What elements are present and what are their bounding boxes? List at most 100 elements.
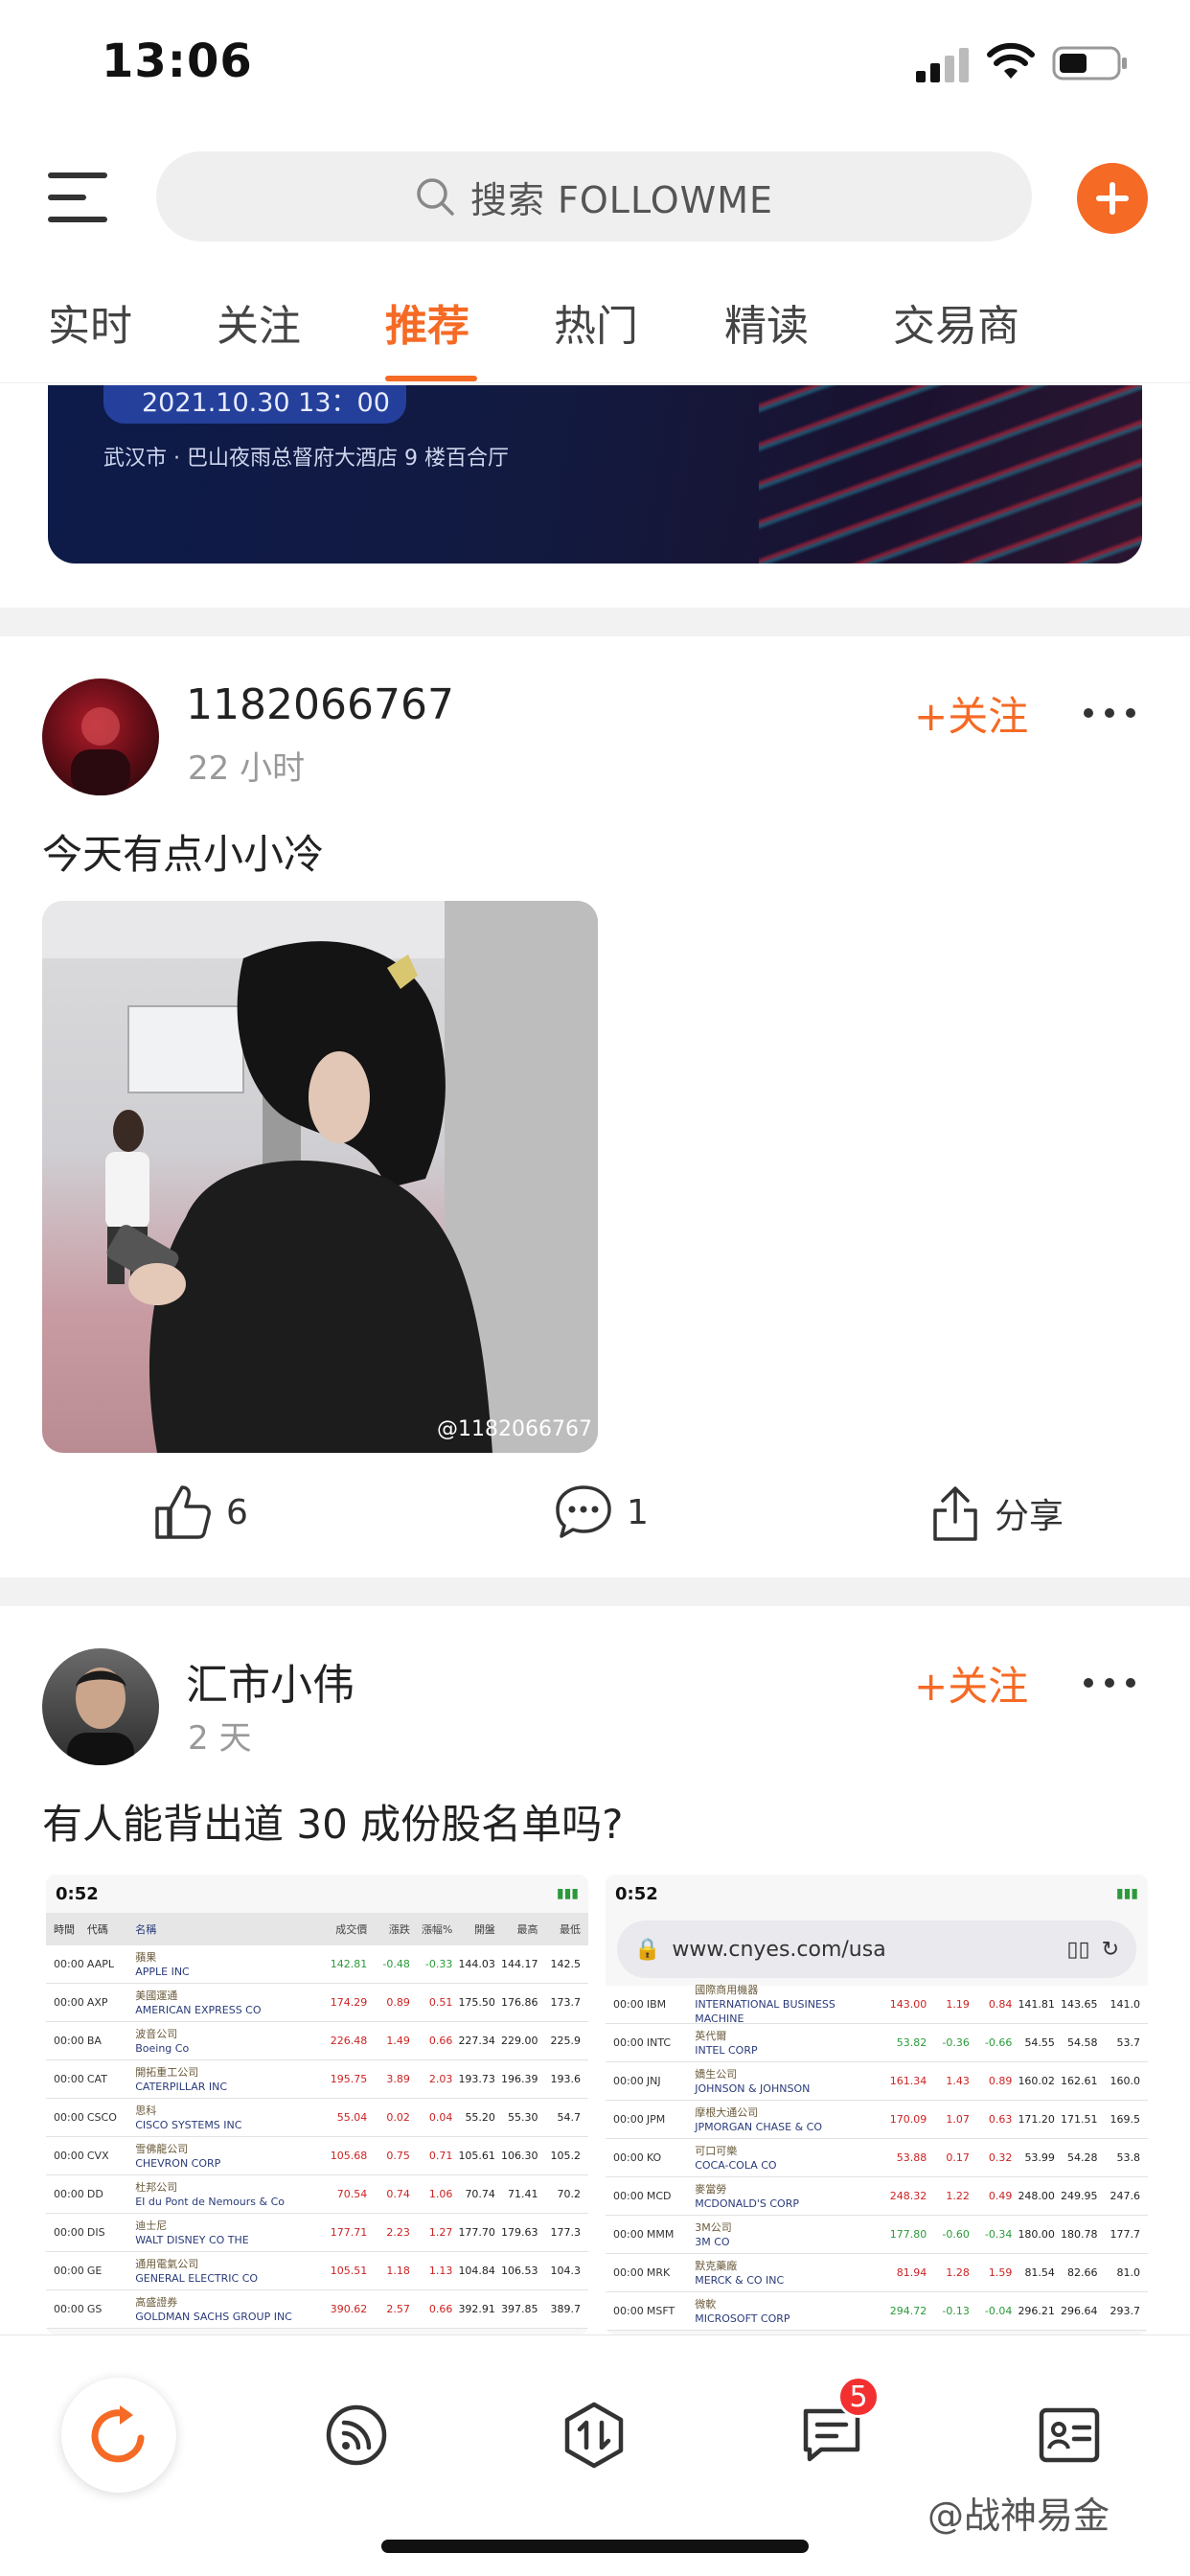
table-row: 00:00 JNJ 嬌生公司 JOHNSON & JOHNSON 161.34 1.43 0…: [606, 2062, 1148, 2101]
post-author[interactable]: 汇市小伟: [186, 1650, 355, 1712]
row-company-en: INTEL CORP: [695, 2043, 758, 2057]
add-post-button[interactable]: [1077, 163, 1148, 234]
row-low: 141.0: [1110, 1998, 1141, 2011]
row-percent: 0.84: [988, 1998, 1013, 2011]
row-percent: 0.63: [988, 2113, 1013, 2126]
table-row: 00:00 GS 高盛證券 GOLDMAN SACHS GROUP INC 390.62…: [46, 2290, 588, 2329]
nav-trade-button[interactable]: [537, 2378, 652, 2493]
tab-following[interactable]: 关注: [217, 291, 301, 353]
row-company-en: EI du Pont de Nemours & Co: [135, 2195, 286, 2208]
row-company-zh: 嬌生公司: [695, 2067, 738, 2081]
avatar-image: [71, 707, 130, 795]
tab-recommended[interactable]: 推荐: [385, 291, 469, 353]
source-watermark: @战神易金: [927, 2495, 1110, 2537]
row-company-en: JPMORGAN CHASE & CO: [695, 2120, 822, 2133]
row-percent: 2.03: [428, 2073, 453, 2085]
table-row: 00:00 CSCO 思科 CISCO SYSTEMS INC 55.04 0.02 0.0…: [46, 2099, 588, 2137]
row-open: 144.03: [458, 1958, 495, 1970]
row-company-zh: 迪士尼: [135, 2219, 168, 2232]
row-price: 177.71: [330, 2226, 368, 2239]
row-percent: 0.51: [428, 1996, 453, 2009]
follow-button[interactable]: +关注: [914, 684, 1028, 743]
row-low: 104.3: [550, 2265, 582, 2277]
column-header: 最低: [560, 1923, 582, 1936]
row-company-en: GENERAL ELECTRIC CO: [135, 2271, 259, 2285]
comment-button[interactable]: 1: [554, 1484, 649, 1541]
row-percent: 0.49: [988, 2190, 1013, 2202]
search-input[interactable]: 搜索 FOLLOWME: [156, 151, 1032, 242]
row-high: 54.58: [1066, 2036, 1098, 2049]
row-low: 293.7: [1110, 2305, 1141, 2317]
row-company-en: 3M CO: [695, 2235, 730, 2248]
nav-profile-button[interactable]: [1012, 2378, 1127, 2493]
table-row: 00:00 KO 可口可樂 COCA-COLA CO 53.88 0.17 0.32 53.9…: [606, 2139, 1148, 2177]
row-time: 00:00: [54, 2073, 84, 2085]
row-company: 3M公司 3M CO: [695, 2220, 884, 2249]
row-company-zh: 開拓重工公司: [135, 2065, 199, 2079]
row-change: 0.75: [386, 2150, 410, 2162]
row-high: 55.30: [507, 2111, 538, 2124]
row-code: MMM: [646, 2228, 675, 2241]
home-indicator[interactable]: [381, 2540, 809, 2553]
nav-messages-button[interactable]: 5: [774, 2376, 889, 2493]
row-code: KO: [646, 2151, 662, 2164]
tab-brokers[interactable]: 交易商: [893, 291, 1019, 353]
event-banner[interactable]: 2021.10.30 13：00 武汉市 · 巴山夜雨总督府大酒店 9 楼百合厅: [48, 385, 1142, 564]
row-company: 杜邦公司 EI du Pont de Nemours & Co: [135, 2180, 325, 2209]
avatar[interactable]: [42, 1648, 159, 1765]
row-low: 177.3: [550, 2226, 582, 2239]
row-low: 81.0: [1116, 2266, 1141, 2279]
row-company-zh: 微軟: [695, 2297, 717, 2311]
nav-feed-button[interactable]: [299, 2378, 414, 2493]
shot-battery-icon: ▮▮▮: [1115, 1886, 1138, 1901]
follow-button[interactable]: +关注: [914, 1654, 1028, 1713]
row-price: 390.62: [330, 2303, 368, 2315]
feed-tabs: 实时 关注 推荐 热门 精读 交易商: [0, 286, 1190, 383]
menu-icon[interactable]: [48, 171, 109, 224]
row-time: 00:00: [54, 2035, 84, 2047]
row-change: 1.49: [386, 2035, 410, 2047]
row-change: -0.48: [382, 1958, 410, 1970]
row-high: 397.85: [500, 2303, 538, 2315]
post-image-stock-table-2[interactable]: 0:52 ▮▮▮ 🔒 www.cnyes.com/usa ▯▯ ↻ 00:00 I…: [606, 1874, 1148, 2334]
row-time: 00:00: [54, 2111, 84, 2124]
row-high: 179.63: [500, 2226, 538, 2239]
row-company-en: COCA-COLA CO: [695, 2158, 777, 2172]
row-code: CAT: [86, 2073, 107, 2085]
post-image-stock-table-1[interactable]: 0:52 ▮▮▮ 時間 代碼 名稱 成交價 漲跌 漲幅% 開盤 最高 最低 00…: [46, 1874, 588, 2334]
row-change: 2.23: [386, 2226, 410, 2239]
more-icon[interactable]: [1081, 1673, 1138, 1692]
table-row: 00:00 IBM 國際商用機器 INTERNATIONAL BUSINESS MAC…: [606, 1984, 1148, 2025]
more-icon[interactable]: [1081, 703, 1138, 723]
browser-url-bar[interactable]: 🔒 www.cnyes.com/usa ▯▯ ↻: [617, 1920, 1136, 1978]
banner-date: 2021.10.30 13：00: [103, 385, 406, 424]
row-percent: 0.66: [428, 2303, 453, 2315]
nav-refresh-button[interactable]: [61, 2378, 176, 2493]
row-company-zh: 波音公司: [135, 2027, 178, 2040]
tab-realtime[interactable]: 实时: [48, 291, 132, 353]
row-code: BA: [86, 2035, 102, 2047]
avatar-image: [67, 1668, 134, 1765]
table-row: 00:00 MMM 3M公司 3M CO 177.80 -0.60 -0.34 180.00 1…: [606, 2216, 1148, 2254]
row-company-en: GOLDMAN SACHS GROUP INC: [135, 2310, 292, 2323]
row-time: 00:00: [54, 1996, 84, 2009]
row-change: 0.17: [946, 2151, 970, 2164]
column-header: 名稱: [135, 1922, 157, 1936]
like-button[interactable]: 6: [153, 1484, 248, 1541]
tab-featured[interactable]: 精读: [724, 291, 809, 353]
post-image[interactable]: @1182066767: [42, 901, 598, 1453]
profile-card-icon: [1039, 2407, 1100, 2463]
row-high: 54.28: [1066, 2151, 1098, 2164]
share-button[interactable]: 分享: [929, 1484, 1064, 1543]
row-code: AXP: [86, 1996, 108, 2009]
table-row: 00:00 AAPL 蘋果 APPLE INC 142.81 -0.48 -0.33 144.…: [46, 1945, 588, 1984]
avatar[interactable]: [42, 678, 159, 795]
post-photo: [42, 901, 598, 1453]
row-low: 169.5: [1110, 2113, 1141, 2126]
tab-hot[interactable]: 热门: [554, 291, 638, 353]
row-percent: -0.34: [984, 2228, 1013, 2241]
row-price: 105.68: [330, 2150, 368, 2162]
post-author[interactable]: 1182066767: [186, 680, 454, 729]
row-change: 3.89: [386, 2073, 410, 2085]
row-code: GE: [86, 2265, 103, 2277]
